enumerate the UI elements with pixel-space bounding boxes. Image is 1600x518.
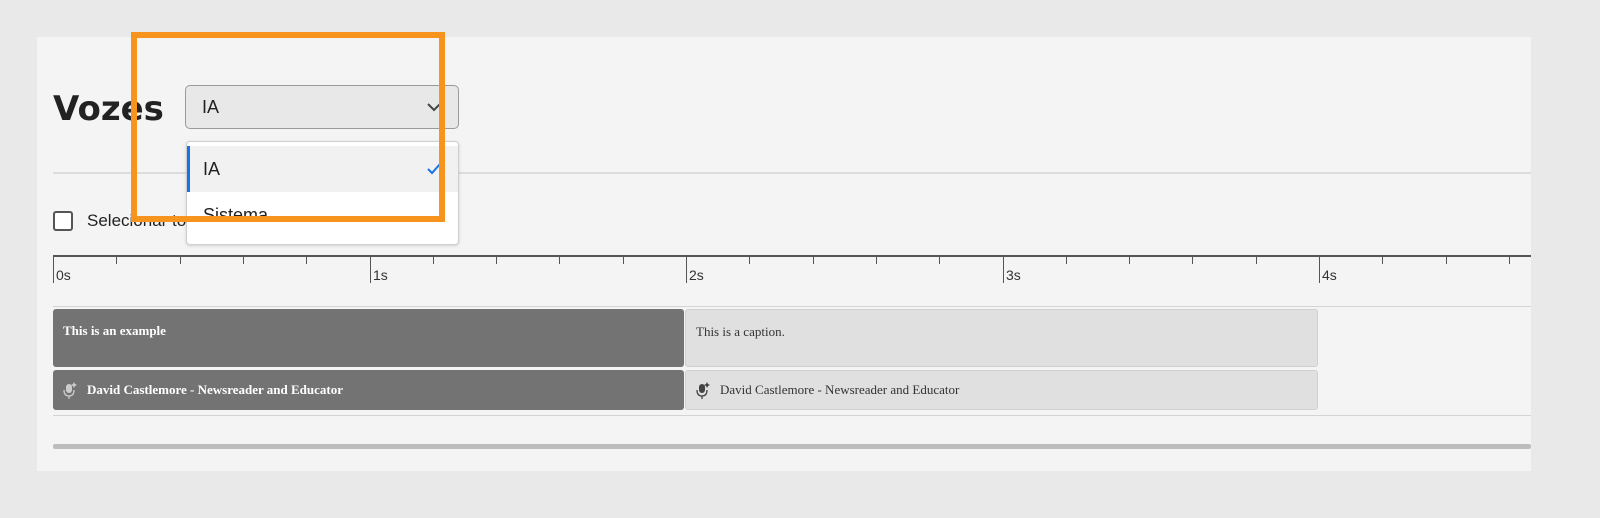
ruler-minor-tick (306, 255, 307, 264)
timeline-ruler[interactable]: 0s 1s 2s 3s 4s (53, 255, 1531, 295)
dropdown-option-ia[interactable]: IA (187, 146, 458, 192)
dropdown-selected-value: IA (202, 96, 220, 117)
voice-clip[interactable]: David Castlemore - Newsreader and Educat… (685, 370, 1318, 410)
ruler-major-tick (1319, 255, 1320, 283)
ruler-minor-tick (243, 255, 244, 264)
ruler-minor-tick (116, 255, 117, 264)
track-border-top (53, 306, 1531, 307)
checkmark-icon (426, 162, 442, 176)
page-title: Vozes (53, 89, 164, 129)
select-all-checkbox[interactable] (53, 211, 73, 231)
dropdown-option-label: Sistema (203, 204, 269, 225)
ruler-baseline (53, 255, 1531, 257)
ruler-minor-tick (1192, 255, 1193, 264)
caption-clip[interactable]: This is an example (53, 309, 684, 367)
ruler-major-tick (53, 255, 54, 283)
caption-text: This is a caption. (696, 324, 785, 339)
ruler-tick-label: 0s (56, 267, 71, 283)
ai-voice-icon (63, 381, 77, 399)
ruler-minor-tick (559, 255, 560, 264)
voice-name: David Castlemore - Newsreader and Educat… (720, 382, 960, 397)
dropdown-option-sistema[interactable]: Sistema (187, 192, 458, 238)
ruler-minor-tick (1129, 255, 1130, 264)
voice-type-dropdown[interactable]: IA (185, 85, 459, 129)
dropdown-menu: IA Sistema (186, 141, 459, 245)
ruler-minor-tick (1066, 255, 1067, 264)
caption-clip[interactable]: This is a caption. (685, 309, 1318, 367)
ruler-minor-tick (180, 255, 181, 264)
ruler-minor-tick (1382, 255, 1383, 264)
track-border-bottom (53, 415, 1531, 416)
ruler-tick-label: 1s (373, 267, 388, 283)
ruler-minor-tick (939, 255, 940, 264)
voices-panel: Vozes IA Selecionar todos IA Sistema 0s 1… (37, 37, 1531, 471)
ruler-minor-tick (496, 255, 497, 264)
ruler-tick-label: 3s (1006, 267, 1021, 283)
ruler-minor-tick (1446, 255, 1447, 264)
ruler-minor-tick (1509, 255, 1510, 264)
voice-name: David Castlemore - Newsreader and Educat… (87, 382, 344, 397)
ai-voice-icon (696, 381, 710, 399)
dropdown-option-label: IA (203, 158, 221, 179)
ruler-minor-tick (749, 255, 750, 264)
ruler-minor-tick (433, 255, 434, 264)
horizontal-scrollbar[interactable] (53, 444, 1531, 449)
ruler-tick-label: 2s (689, 267, 704, 283)
ruler-major-tick (370, 255, 371, 283)
ruler-minor-tick (813, 255, 814, 264)
ruler-minor-tick (623, 255, 624, 264)
voice-clip[interactable]: David Castlemore - Newsreader and Educat… (53, 370, 684, 410)
ruler-major-tick (1003, 255, 1004, 283)
ruler-minor-tick (1256, 255, 1257, 264)
chevron-down-icon (426, 102, 442, 112)
caption-text: This is an example (63, 323, 166, 338)
ruler-major-tick (686, 255, 687, 283)
ruler-minor-tick (876, 255, 877, 264)
ruler-tick-label: 4s (1322, 267, 1337, 283)
